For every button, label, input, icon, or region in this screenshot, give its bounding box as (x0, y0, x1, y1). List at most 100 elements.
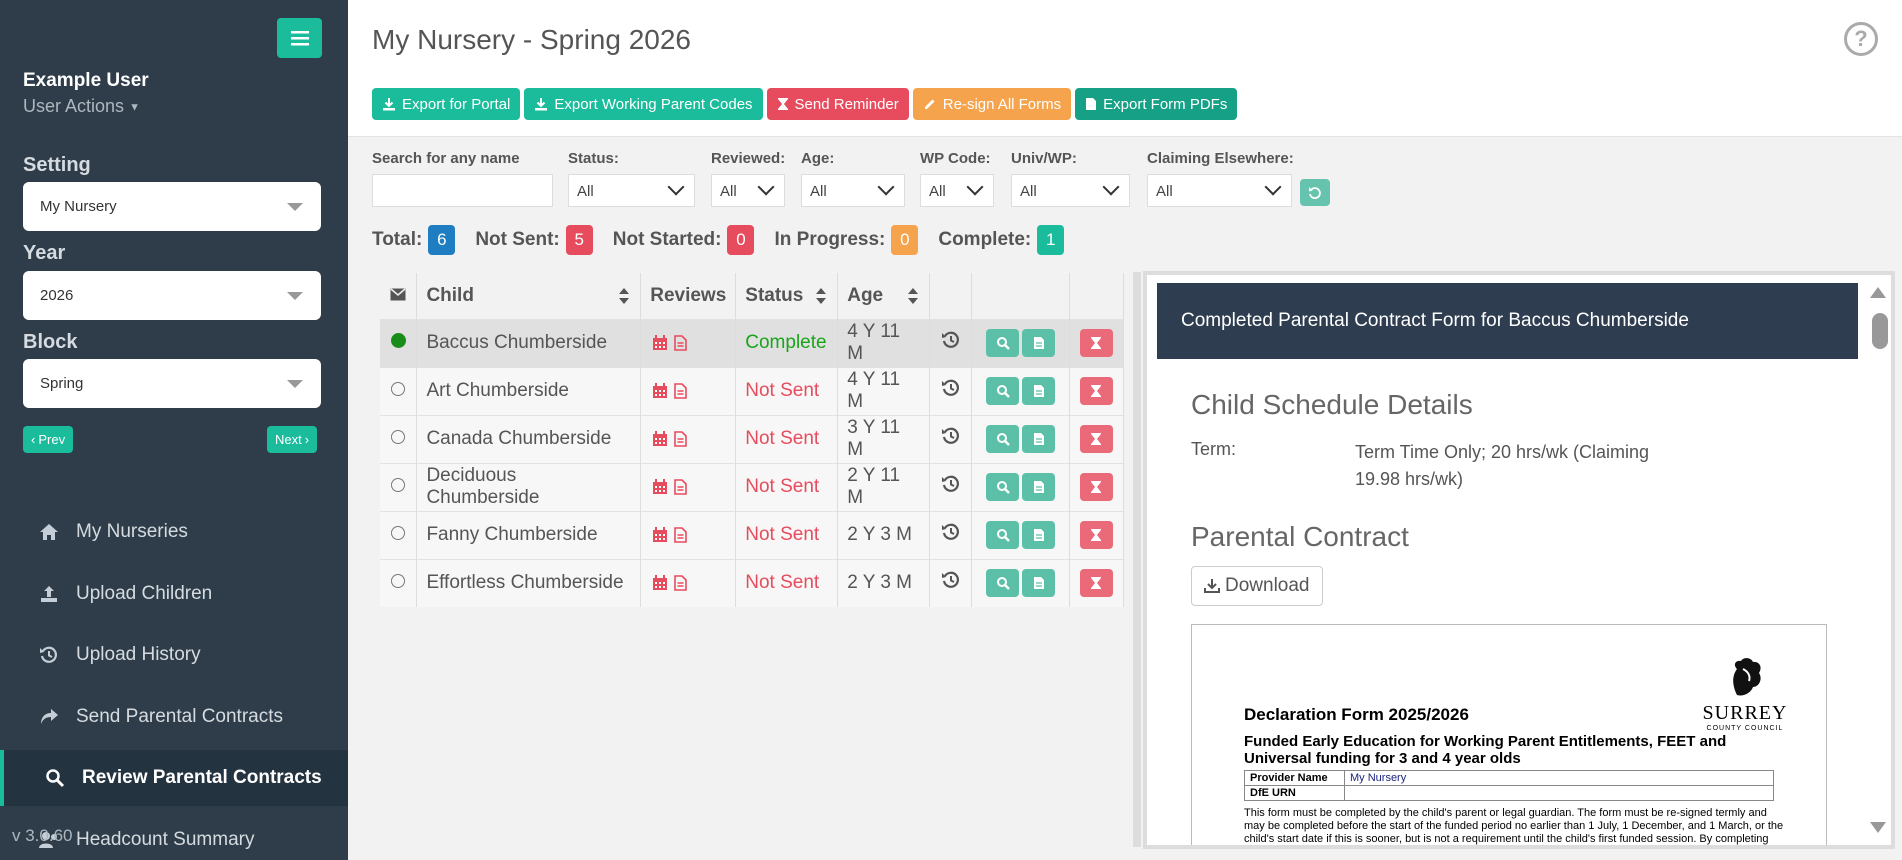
view-button[interactable] (986, 521, 1020, 549)
send-reminder-row-button[interactable] (1079, 377, 1113, 405)
form-button[interactable] (1022, 569, 1056, 598)
table-row[interactable]: Fanny Chumberside Not Sent 2 Y 3 M (380, 510, 1125, 559)
contract-document-preview[interactable]: SURREY COUNTY COUNCIL Declaration Form 2… (1191, 624, 1827, 845)
next-button[interactable]: Next › (267, 426, 318, 453)
form-button[interactable] (1022, 329, 1056, 357)
calendar-icon[interactable] (652, 478, 668, 495)
row-select-cell[interactable] (380, 318, 418, 367)
view-button[interactable] (986, 569, 1020, 598)
history-cell (929, 366, 973, 415)
export-portal-button[interactable]: Export for Portal (372, 88, 521, 120)
row-radio[interactable] (391, 430, 406, 444)
column-header-child[interactable]: Child (416, 273, 642, 319)
table-row[interactable]: Baccus Chumberside Complete 4 Y 11 M (380, 318, 1125, 367)
send-reminder-row-button[interactable] (1079, 521, 1113, 549)
calendar-icon[interactable] (652, 382, 668, 399)
calendar-icon[interactable] (652, 575, 668, 591)
document-icon[interactable] (674, 527, 688, 543)
scroll-up-icon[interactable] (1870, 287, 1886, 298)
table-row[interactable]: Deciduous Chumberside Not Sent 2 Y 11 M (380, 462, 1125, 511)
column-header-actions (971, 273, 1070, 319)
history-icon[interactable] (941, 522, 961, 542)
row-select-cell[interactable] (380, 510, 418, 559)
table-row[interactable]: Canada Chumberside Not Sent 3 Y 11 M (380, 414, 1125, 463)
export-form-pdfs-button[interactable]: Export Form PDFs (1075, 88, 1238, 120)
block-select[interactable]: Spring (23, 359, 321, 408)
row-radio[interactable] (390, 333, 406, 348)
row-radio[interactable] (391, 382, 406, 396)
nav-review-parental-contracts[interactable]: Review Parental Contracts (0, 750, 348, 806)
row-select-cell[interactable] (380, 366, 418, 415)
send-reminder-row-button[interactable] (1079, 473, 1113, 501)
history-icon[interactable] (941, 570, 961, 590)
total-count-label: Total: (372, 229, 423, 250)
univ-wp-filter-select[interactable]: All (1011, 174, 1130, 207)
table-row[interactable]: Art Chumberside Not Sent 4 Y 11 M (380, 366, 1125, 415)
setting-select[interactable]: My Nursery (23, 182, 321, 231)
row-select-cell[interactable] (380, 558, 418, 607)
search-input[interactable] (372, 174, 553, 207)
univ-wp-filter-value: All (1020, 183, 1037, 200)
send-reminder-button[interactable]: Send Reminder (766, 88, 909, 120)
select-all-header[interactable] (380, 273, 418, 319)
help-icon[interactable]: ? (1844, 22, 1878, 56)
send-reminder-row-button[interactable] (1079, 425, 1113, 453)
status-filter-select[interactable]: All (568, 174, 695, 207)
status-cell: Complete (735, 318, 839, 367)
complete-count-label: Complete: (938, 229, 1032, 250)
document-icon[interactable] (674, 575, 688, 592)
calendar-icon[interactable] (652, 526, 668, 543)
history-icon[interactable] (941, 474, 961, 494)
column-header-age[interactable]: Age (837, 273, 931, 319)
document-icon[interactable] (674, 335, 688, 351)
wp-code-filter-select[interactable]: All (920, 174, 994, 207)
document-icon[interactable] (674, 479, 688, 495)
next-label: Next (275, 432, 302, 447)
scrollbar-thumb[interactable] (1872, 313, 1888, 349)
download-button[interactable]: Download (1191, 566, 1323, 606)
prev-button[interactable]: ‹ Prev (23, 426, 74, 453)
nav-upload-history[interactable]: Upload History (0, 627, 348, 683)
age-filter-select[interactable]: All (801, 174, 905, 207)
send-reminder-row-button[interactable] (1079, 329, 1113, 357)
view-button[interactable] (986, 473, 1020, 501)
nav-my-nurseries[interactable]: My Nurseries (0, 504, 348, 560)
form-button[interactable] (1022, 425, 1056, 453)
view-button[interactable] (986, 425, 1020, 453)
panel-splitter[interactable] (1133, 272, 1141, 847)
complete-count-badge: 1 (1037, 225, 1065, 255)
form-button[interactable] (1022, 473, 1056, 501)
claiming-elsewhere-filter-select[interactable]: All (1147, 174, 1292, 207)
view-button[interactable] (986, 329, 1020, 357)
calendar-icon[interactable] (652, 334, 668, 351)
column-header-status[interactable]: Status (735, 273, 839, 319)
nav-send-parental-contracts[interactable]: Send Parental Contracts (0, 689, 348, 745)
row-radio[interactable] (391, 574, 406, 589)
export-working-parent-codes-button[interactable]: Export Working Parent Codes (524, 88, 763, 120)
reset-filters-button[interactable] (1300, 179, 1330, 206)
user-actions-dropdown[interactable]: User Actions ▼ (23, 96, 140, 117)
reviewed-filter-select[interactable]: All (711, 174, 785, 207)
resign-all-forms-button[interactable]: Re-sign All Forms (912, 88, 1072, 120)
history-icon[interactable] (941, 330, 961, 350)
form-button[interactable] (1022, 521, 1056, 549)
menu-toggle-button[interactable] (277, 18, 322, 58)
view-button[interactable] (986, 377, 1020, 405)
nav-upload-children[interactable]: Upload Children (0, 566, 348, 622)
row-radio[interactable] (391, 478, 406, 492)
row-select-cell[interactable] (380, 462, 418, 511)
year-select[interactable]: 2026 (23, 271, 321, 320)
send-reminder-row-button[interactable] (1079, 569, 1113, 598)
document-icon[interactable] (674, 383, 688, 399)
table-row[interactable]: Effortless Chumberside Not Sent 2 Y 3 M (380, 558, 1125, 607)
preview-scrollbar[interactable] (1863, 275, 1891, 845)
history-icon[interactable] (941, 378, 961, 398)
row-radio[interactable] (391, 526, 406, 540)
calendar-icon[interactable] (652, 430, 668, 447)
scroll-down-icon[interactable] (1870, 822, 1886, 833)
row-select-cell[interactable] (380, 414, 418, 463)
history-icon[interactable] (941, 426, 961, 446)
form-button[interactable] (1022, 377, 1056, 405)
document-icon[interactable] (674, 431, 688, 447)
child-name-cell: Canada Chumberside (416, 414, 642, 463)
